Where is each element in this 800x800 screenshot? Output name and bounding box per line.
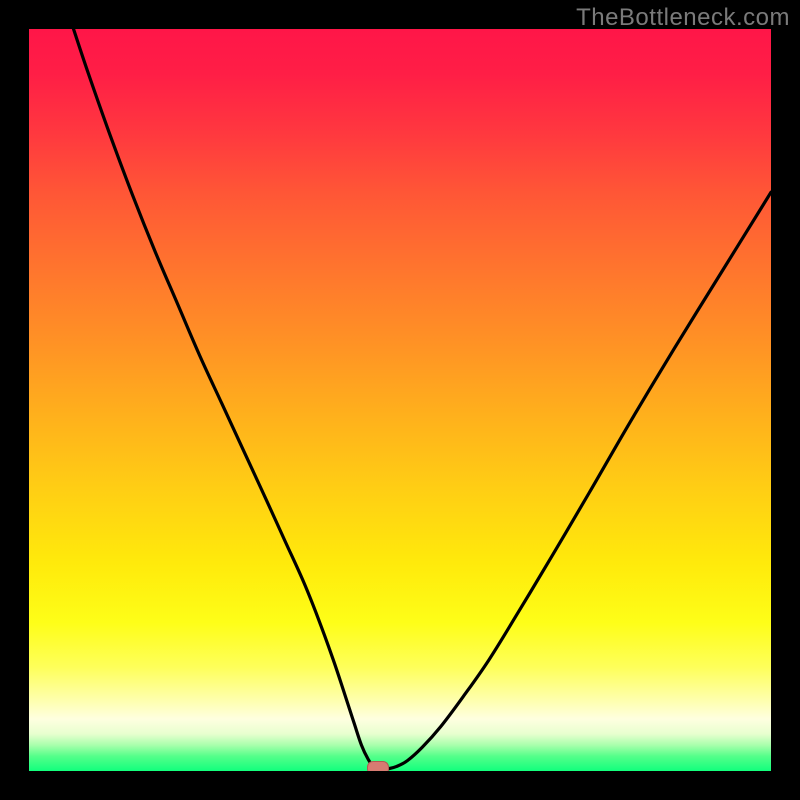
curve-path [74, 29, 771, 770]
watermark-text: TheBottleneck.com [576, 4, 790, 32]
bottleneck-curve [29, 29, 771, 771]
optimum-marker [367, 761, 389, 771]
chart-frame: TheBottleneck.com [0, 0, 800, 800]
plot-area [29, 29, 771, 771]
